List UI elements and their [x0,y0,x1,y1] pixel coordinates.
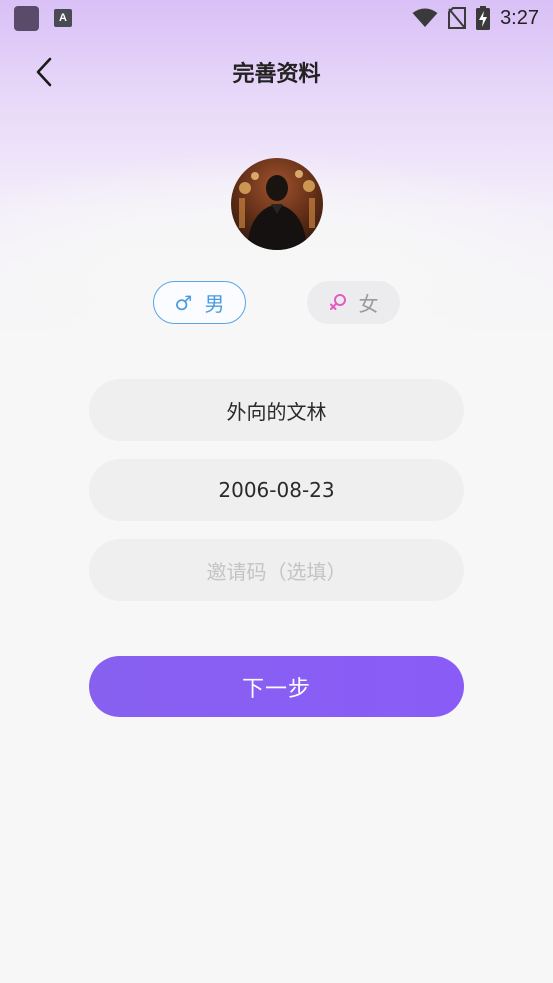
avatar[interactable] [231,158,323,250]
status-bar: A 3:27 [0,0,553,36]
female-icon [329,293,346,310]
invite-code-field[interactable]: 邀请码（选填） [89,539,464,601]
battery-charging-icon [476,6,491,30]
invite-code-placeholder: 邀请码（选填） [206,559,347,584]
gender-selector: ♂ 男 女 [0,281,553,324]
page-title: 完善资料 [232,62,321,87]
male-icon: ♂ [174,290,193,315]
birthday-field[interactable]: 2006-08-23 [89,459,464,521]
gender-female-label: 女 [358,292,379,316]
avatar-photo [239,170,315,250]
no-sim-icon [448,7,467,29]
a-icon: A [54,9,72,27]
status-bar-right: 3:27 [412,6,539,30]
nickname-field[interactable]: 外向的文林 [89,379,464,441]
status-time: 3:27 [500,6,539,29]
gender-female-button[interactable]: 女 [307,281,400,324]
gender-male-button[interactable]: ♂ 男 [153,281,246,324]
top-header: 完善资料 [0,44,553,100]
wifi-icon [412,8,438,27]
app-icon [14,5,39,31]
gender-male-label: 男 [204,292,225,316]
nickname-value: 外向的文林 [226,399,327,424]
next-step-button[interactable]: 下一步 [89,656,464,717]
birthday-value: 2006-08-23 [218,478,335,502]
